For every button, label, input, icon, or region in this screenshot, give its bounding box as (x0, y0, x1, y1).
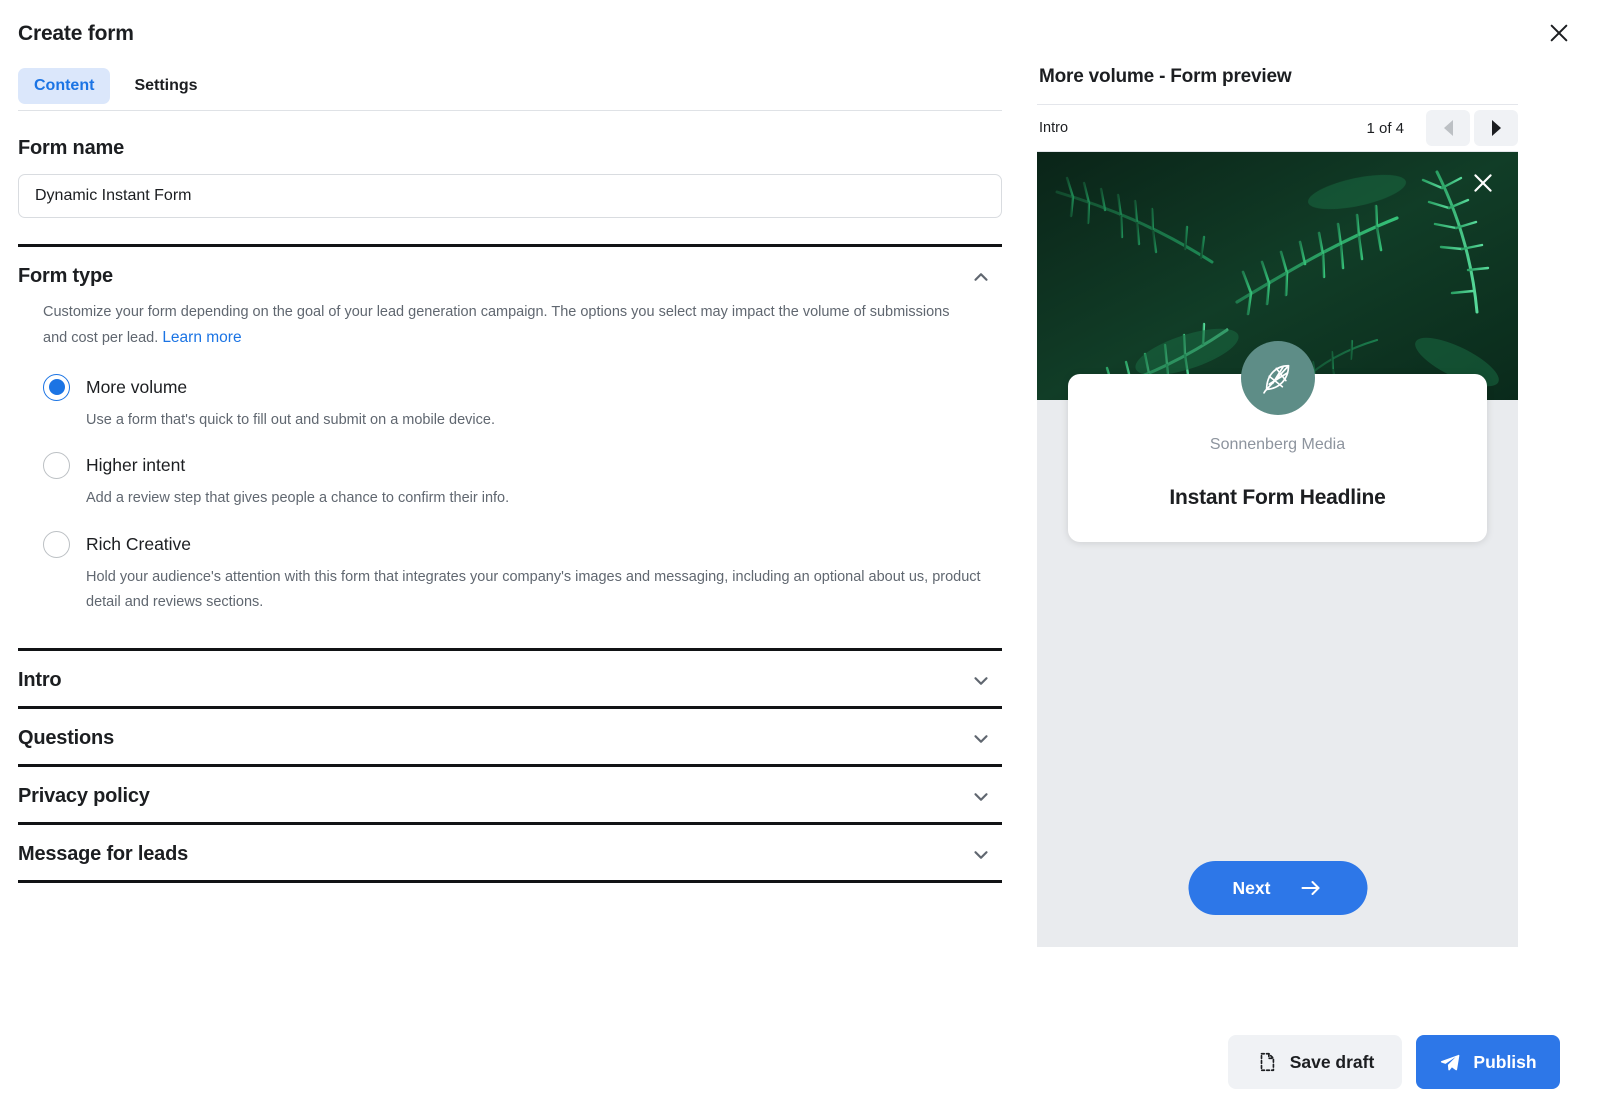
preview-step-label: Intro (1039, 120, 1069, 136)
preview-next-button[interactable] (1474, 110, 1518, 146)
brand-logo (1240, 341, 1315, 415)
publish-label: Publish (1473, 1051, 1537, 1072)
radio-higher-intent[interactable] (43, 452, 70, 480)
preview-step-count: 1 of 4 (1366, 119, 1404, 137)
save-draft-label: Save draft (1289, 1051, 1375, 1072)
brand-name: Sonnenberg Media (1209, 436, 1346, 453)
intro-card: Sonnenberg Media Instant Form Headline (1068, 341, 1487, 542)
section-title: Message for leads (18, 843, 189, 866)
tab-bar: Content Settings (18, 68, 1002, 111)
chevron-up-icon (974, 272, 988, 281)
radio-rich-creative[interactable] (43, 530, 70, 558)
option-rich-creative[interactable]: Rich Creative Hold your audience's atten… (43, 530, 1002, 614)
option-description: Hold your audience's attention with this… (86, 568, 981, 610)
chevron-down-icon (974, 792, 988, 801)
triangle-right-icon (1491, 120, 1501, 136)
chevron-down-icon (974, 850, 988, 859)
form-type-title: Form type (18, 265, 113, 287)
hero-close-button[interactable] (1470, 170, 1496, 196)
section-header-intro[interactable]: Intro (18, 651, 1002, 706)
page-title: Create form (18, 22, 134, 45)
preview-next-cta[interactable]: Next (1188, 861, 1367, 915)
section-title: Questions (18, 727, 114, 750)
form-type-description: Customize your form depending on the goa… (18, 300, 973, 352)
footer-actions: Save draft Publish (1228, 1035, 1560, 1089)
section-header-message-for-leads[interactable]: Message for leads (18, 825, 1002, 880)
form-type-options: More volume Use a form that's quick to f… (18, 373, 1002, 615)
form-name-input[interactable] (18, 174, 1002, 218)
preview-nav (1426, 110, 1518, 146)
form-editor-panel: Create form Content Settings Form name F… (0, 0, 1020, 1115)
phone-preview: Sonnenberg Media Instant Form Headline N… (1037, 152, 1518, 947)
paper-plane-icon (1441, 1054, 1460, 1071)
create-form-modal: Create form Content Settings Form name F… (0, 0, 1600, 1115)
option-description: Use a form that's quick to fill out and … (86, 411, 495, 428)
preview-prev-button[interactable] (1426, 110, 1470, 146)
option-label: Rich Creative (86, 533, 192, 554)
next-cta-label: Next (1232, 877, 1271, 898)
option-label: Higher intent (86, 455, 186, 476)
section-title: Intro (18, 669, 62, 692)
triangle-left-icon (1443, 120, 1453, 136)
publish-button[interactable]: Publish (1416, 1035, 1560, 1089)
option-higher-intent[interactable]: Higher intent Add a review step that giv… (43, 452, 1002, 511)
arrow-right-icon (1301, 881, 1320, 895)
preview-title: More volume - Form preview (1039, 66, 1292, 87)
divider (18, 880, 1002, 884)
form-headline: Instant Form Headline (1169, 486, 1386, 509)
form-preview-panel: More volume - Form preview Intro 1 of 4 (1037, 0, 1600, 1115)
section-title: Privacy policy (18, 785, 150, 808)
form-name-label: Form name (18, 137, 125, 159)
option-description: Add a review step that gives people a ch… (86, 490, 510, 507)
section-header-privacy-policy[interactable]: Privacy policy (18, 767, 1002, 822)
save-draft-button[interactable]: Save draft (1228, 1035, 1402, 1089)
chevron-down-icon (974, 676, 988, 685)
radio-more-volume[interactable] (43, 373, 70, 401)
form-type-header[interactable]: Form type (18, 247, 1002, 302)
option-label: More volume (86, 376, 188, 397)
chevron-down-icon (974, 734, 988, 743)
learn-more-link[interactable]: Learn more (162, 329, 241, 346)
leaf-logo-icon (1262, 364, 1289, 394)
option-more-volume[interactable]: More volume Use a form that's quick to f… (43, 373, 1002, 433)
tab-settings[interactable]: Settings (118, 68, 213, 104)
preview-step-bar: Intro 1 of 4 (1037, 104, 1518, 152)
document-icon (1260, 1052, 1274, 1072)
section-header-questions[interactable]: Questions (18, 709, 1002, 764)
tab-content[interactable]: Content (18, 68, 111, 104)
